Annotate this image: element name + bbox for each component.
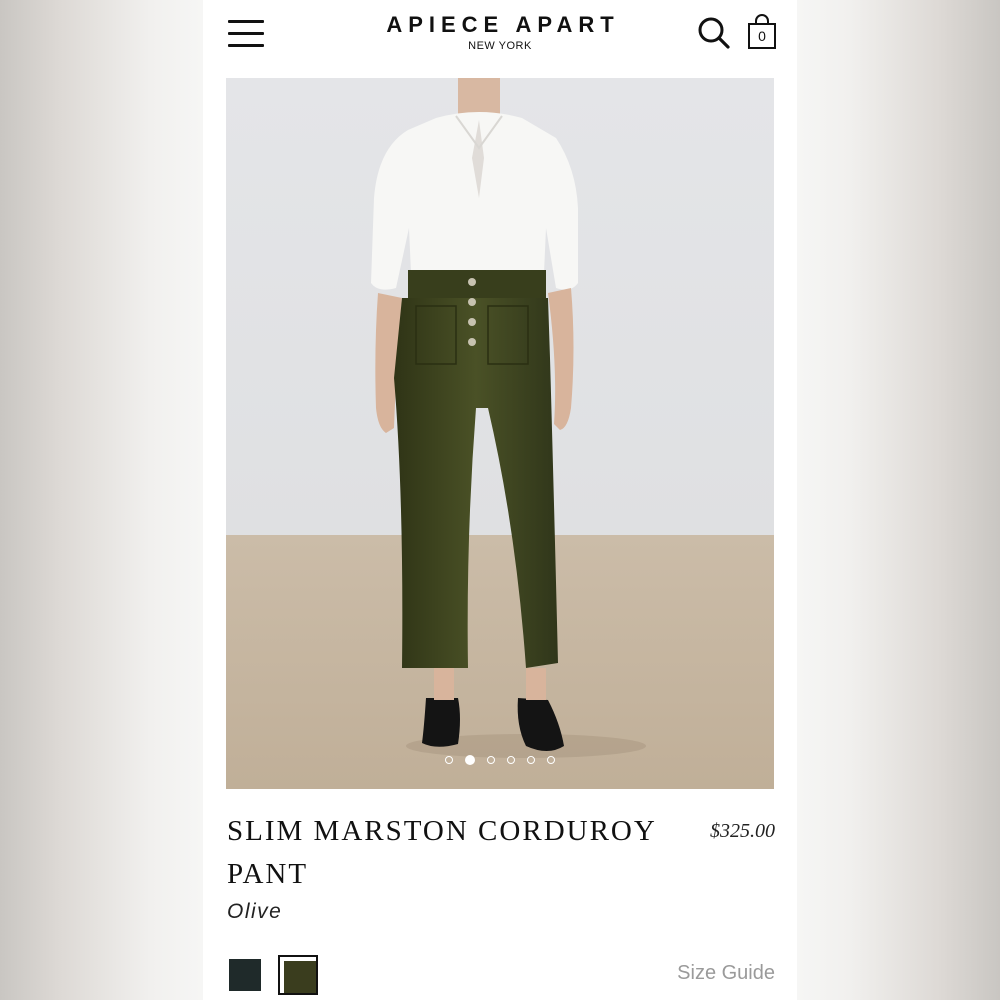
mobile-page: APIECE APART NEW YORK 0 SLIM MARSTON COR… [203,0,797,1000]
color-swatch-olive[interactable] [278,955,318,995]
search-icon-graphic [698,17,730,49]
carousel-dot[interactable] [487,756,495,764]
selected-color-name: Olive [227,900,283,923]
carousel-dot[interactable] [547,756,555,764]
swatch-fill [229,959,261,991]
product-image-gallery[interactable] [226,78,774,789]
carousel-dots [226,755,774,769]
color-swatch-dark-teal[interactable] [225,955,265,995]
size-guide-link[interactable]: Size Guide [653,962,775,985]
product-price: $325.00 [710,820,775,842]
swatch-fill [284,961,316,993]
site-header: APIECE APART NEW YORK 0 [203,0,797,78]
carousel-dot[interactable] [527,756,535,764]
bag-count: 0 [758,28,766,44]
carousel-dot[interactable] [465,755,475,765]
search-icon[interactable] [697,16,731,50]
product-title: SLIM MARSTON CORDUROY PANT [227,815,656,890]
shopping-bag-icon[interactable]: 0 [747,14,777,50]
carousel-dot[interactable] [445,756,453,764]
carousel-dot[interactable] [507,756,515,764]
product-photo [226,78,774,789]
